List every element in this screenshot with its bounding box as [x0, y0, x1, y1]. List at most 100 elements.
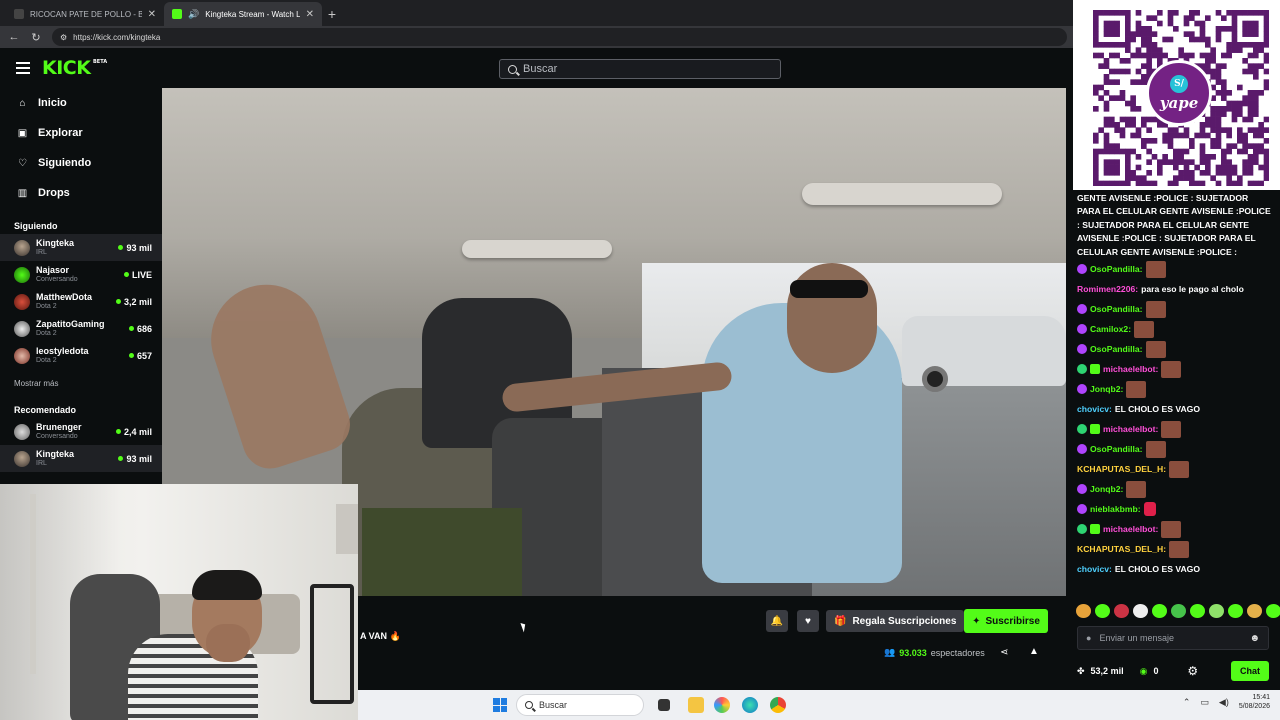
chat-badge-icon[interactable] — [1090, 424, 1100, 435]
chat-username[interactable]: chovicv: — [1077, 564, 1112, 574]
follow-heart-button[interactable]: ♥ — [797, 610, 819, 632]
chat-badge-icon[interactable] — [1077, 304, 1087, 315]
hamburger-menu-icon[interactable] — [16, 62, 30, 74]
speaker-icon[interactable]: 🔊 — [188, 9, 199, 20]
channel-leostyledota[interactable]: leostyledota Dota 2 657 — [0, 342, 162, 369]
channel-matthewdota[interactable]: MatthewDota Dota 2 3,2 mil — [0, 288, 162, 315]
nav-item-explorar[interactable]: ▣ Explorar — [0, 118, 162, 148]
kick-logo[interactable]: KICK BETA — [42, 57, 107, 79]
chat-username[interactable]: Jonqb2: — [1090, 384, 1123, 394]
emote-button[interactable] — [1152, 604, 1167, 618]
chat-username[interactable]: KCHAPUTAS_DEL_H: — [1077, 464, 1166, 474]
network-icon[interactable]: ▭ — [1200, 697, 1209, 708]
emote-button[interactable] — [1095, 604, 1110, 618]
compass-icon: ▣ — [17, 127, 28, 139]
close-tab-icon[interactable]: ✕ — [148, 9, 156, 20]
subscribe-button[interactable]: ✦ Suscribirse — [964, 609, 1048, 633]
chat-username[interactable]: OsoPandilla: — [1090, 304, 1143, 314]
chat-badge-icon[interactable] — [1077, 344, 1087, 355]
nav-item-siguiendo[interactable]: ♡ Siguiendo — [0, 148, 162, 178]
channel-kingteka[interactable]: Kingteka IRL 93 mil — [0, 234, 162, 261]
channel-zapatitogaming[interactable]: ZapatitoGaming Dota 2 686 — [0, 315, 162, 342]
nav-item-inicio[interactable]: ⌂ Inicio — [0, 88, 162, 118]
emote-button[interactable] — [1171, 604, 1186, 618]
chat-badge-icon[interactable] — [1077, 424, 1087, 435]
channel-points-icon[interactable]: ✤ — [1077, 666, 1085, 677]
gear-icon[interactable]: ⚙ — [1187, 664, 1198, 678]
chat-message-input[interactable]: ● Enviar un mensaje ☻ — [1077, 626, 1269, 650]
chat-username[interactable]: OsoPandilla: — [1090, 264, 1143, 274]
volume-icon[interactable]: ◀) — [1219, 697, 1229, 708]
close-tab-icon[interactable]: ✕ — [306, 9, 314, 20]
share-icon[interactable]: ⋖ — [1000, 647, 1008, 658]
emote-button[interactable] — [1076, 604, 1091, 618]
chat-username[interactable]: michaelelbot: — [1103, 524, 1158, 534]
taskview-icon[interactable] — [658, 699, 670, 711]
file-explorer-icon[interactable] — [688, 697, 704, 713]
emoji-icon[interactable]: ☻ — [1249, 633, 1260, 644]
chrome-browser-icon[interactable] — [770, 697, 786, 713]
channel-kingteka-recommended[interactable]: Kingteka IRL 93 mil — [0, 445, 162, 472]
viewer-count: 93 mil — [118, 243, 152, 253]
chat-messages[interactable]: GENTE AVISENLE :POLICE : SUJETADOR PARA … — [1066, 190, 1280, 596]
chat-badge-icon[interactable] — [1077, 384, 1087, 395]
chat-badge-icon[interactable] — [1077, 364, 1087, 375]
chat-badge-icon[interactable] — [1077, 524, 1087, 535]
chat-username[interactable]: michaelelbot: — [1103, 424, 1158, 434]
nav-item-drops[interactable]: ▥ Drops — [0, 178, 162, 208]
chat-emote-icon — [1143, 502, 1156, 517]
emote-button[interactable] — [1266, 604, 1280, 618]
chat-badge-icon[interactable] — [1077, 504, 1087, 515]
chat-username[interactable]: michaelelbot: — [1103, 364, 1158, 374]
chat-username[interactable]: chovicv: — [1077, 404, 1112, 414]
chat-username[interactable]: Camilox2: — [1090, 324, 1131, 334]
chat-badge-icon[interactable] — [1077, 324, 1087, 335]
chat-badge-icon[interactable] — [1077, 444, 1087, 455]
photos-icon[interactable] — [714, 697, 730, 713]
back-arrow-icon[interactable]: ← — [8, 31, 20, 43]
system-clock[interactable]: 15:41 5/08/2026 — [1239, 693, 1270, 711]
site-info-icon[interactable]: ⚙ — [60, 33, 67, 42]
windows-taskbar: Buscar ⌃ ▭ ◀) 15:41 5/08/2026 — [358, 690, 1280, 720]
emote-button[interactable] — [1209, 604, 1224, 618]
windows-start-icon[interactable] — [493, 698, 507, 712]
emote-button[interactable] — [1228, 604, 1243, 618]
url-field[interactable]: ⚙ https://kick.com/kingteka — [52, 28, 1067, 46]
new-tab-button[interactable]: + — [322, 2, 342, 26]
emote-button[interactable] — [1114, 604, 1129, 618]
browser-tab-search[interactable]: RICOCAN PATE DE POLLO - Búsqu ✕ — [6, 2, 164, 26]
chat-badge-icon[interactable] — [1077, 484, 1087, 495]
emote-button[interactable] — [1133, 604, 1148, 618]
chat-badge-icon[interactable] — [1077, 264, 1087, 275]
channel-brunenger[interactable]: Brunenger Conversando 2,4 mil — [0, 418, 162, 445]
browser-tab-kick[interactable]: 🔊 Kingteka Stream - Watch Live ✕ — [164, 2, 322, 26]
search-input[interactable]: Buscar — [499, 59, 781, 79]
chat-badge-icon[interactable] — [1090, 524, 1100, 535]
users-icon: 👥 — [884, 647, 896, 657]
edge-browser-icon[interactable] — [742, 697, 758, 713]
taskbar-search-input[interactable]: Buscar — [516, 694, 644, 716]
chat-message-text: EL CHOLO ES VAGO — [1114, 564, 1201, 575]
video-frame-sunglasses — [790, 280, 868, 298]
chat-username[interactable]: Romimen2206: — [1077, 284, 1138, 294]
channel-najasor[interactable]: Najasor Conversando LIVE — [0, 261, 162, 288]
chevron-up-icon[interactable]: ⌃ — [1183, 697, 1191, 708]
chat-username[interactable]: OsoPandilla: — [1090, 344, 1143, 354]
kick-coins: 0 — [1153, 666, 1159, 676]
chat-username[interactable]: nieblakbmb: — [1090, 504, 1141, 514]
chat-badge-icon[interactable] — [1090, 364, 1100, 375]
chat-username[interactable]: OsoPandilla: — [1090, 444, 1143, 454]
chat-username[interactable]: Jonqb2: — [1090, 484, 1123, 494]
notification-bell-button[interactable]: 🔔 — [766, 610, 788, 632]
chat-options-icon[interactable]: ● — [1086, 633, 1091, 643]
send-chat-button[interactable]: Chat — [1231, 661, 1269, 681]
chat-line: Camilox2: — [1077, 319, 1272, 339]
kick-coin-icon[interactable]: ◉ — [1140, 666, 1148, 677]
show-more-link[interactable]: Mostrar más — [0, 374, 162, 392]
gift-subscriptions-button[interactable]: 🎁 Regala Suscripciones — [826, 610, 965, 632]
reload-icon[interactable]: ↻ — [30, 31, 42, 44]
emote-button[interactable] — [1190, 604, 1205, 618]
chat-username[interactable]: KCHAPUTAS_DEL_H: — [1077, 544, 1166, 554]
emote-button[interactable] — [1247, 604, 1262, 618]
report-warning-icon[interactable]: ▲ — [1029, 646, 1039, 657]
